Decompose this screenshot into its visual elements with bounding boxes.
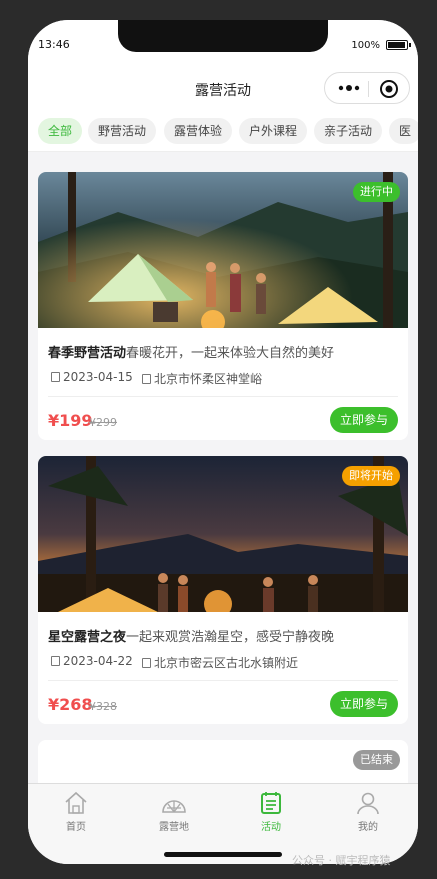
calendar-icon [51, 372, 60, 382]
tab-more[interactable]: 医 [389, 118, 418, 144]
activity-name: 春季野营活动 [48, 346, 127, 361]
original-price: ¥299 [89, 416, 117, 429]
join-button[interactable]: 立即参与 [330, 691, 398, 717]
close-target-icon[interactable] [379, 79, 399, 99]
mini-program-capsule[interactable] [324, 72, 410, 104]
home-icon [65, 791, 87, 814]
battery-percent: 100% [351, 40, 380, 51]
tab-campsite-label: 露营地 [159, 822, 189, 833]
home-indicator [164, 852, 282, 857]
activity-card[interactable]: 即将开始 星空露营之夜一起来观赏浩瀚星空，感受宁静夜晚 2023-04-22 北… [38, 456, 408, 724]
tab-campsite[interactable]: 露营地 [144, 790, 204, 833]
activity-location: 北京市怀柔区神堂峪 [142, 370, 262, 387]
tab-outdoor-course[interactable]: 户外课程 [239, 118, 308, 144]
status-badge: 进行中 [353, 182, 400, 202]
join-button[interactable]: 立即参与 [330, 407, 398, 433]
user-icon [357, 792, 379, 815]
status-badge: 已结束 [353, 750, 400, 770]
status-time: 13:46 [38, 38, 70, 51]
tab-camping-experience[interactable]: 露营体验 [164, 118, 233, 144]
location-icon [142, 374, 151, 384]
tab-activity[interactable]: 活动 [241, 790, 301, 833]
activity-title: 春季野营活动春暖花开，一起来体验大自然的美好 [48, 342, 398, 361]
calendar-list-icon [261, 792, 281, 814]
activity-desc: 春暖花开，一起来体验大自然的美好 [126, 346, 335, 361]
calendar-icon [51, 656, 60, 666]
location-icon [142, 658, 151, 668]
tab-activity-label: 活动 [261, 822, 281, 833]
original-price: ¥328 [89, 700, 117, 713]
nav-bar: 露营活动 [28, 64, 418, 112]
capsule-divider [368, 81, 369, 97]
location-text: 北京市密云区古北水镇附近 [154, 656, 299, 670]
activity-date: 2023-04-22 [51, 654, 133, 668]
activity-price: ¥268 [48, 695, 93, 714]
activity-location: 北京市密云区古北水镇附近 [142, 654, 298, 671]
tab-profile-label: 我的 [358, 822, 378, 833]
activity-title: 星空露营之夜一起来观赏浩瀚星空，感受宁静夜晚 [48, 626, 398, 645]
activity-card[interactable]: 进行中 春季野营活动春暖花开，一起来体验大自然的美好 2023-04-15 北京… [38, 172, 408, 440]
tab-family-activity[interactable]: 亲子活动 [314, 118, 383, 144]
battery-icon [386, 40, 411, 50]
tab-profile[interactable]: 我的 [338, 790, 398, 833]
watermark-text: 公众号 · 赋宇程序猿 [292, 854, 391, 867]
tab-all[interactable]: 全部 [38, 118, 83, 144]
activity-desc: 一起来观赏浩瀚星空，感受宁静夜晚 [126, 630, 335, 645]
more-dots-icon[interactable] [337, 80, 361, 96]
activity-date: 2023-04-15 [51, 370, 133, 384]
activity-photo: 即将开始 [38, 456, 408, 612]
tent-icon [162, 800, 186, 813]
activity-photo: 进行中 [38, 172, 408, 328]
date-text: 2023-04-22 [63, 654, 133, 668]
notch [118, 20, 328, 52]
status-badge: 即将开始 [342, 466, 400, 486]
activity-name: 星空露营之夜 [48, 630, 127, 645]
category-tabs: 全部 野营活动 露营体验 户外课程 亲子活动 医 [28, 112, 418, 152]
location-text: 北京市怀柔区神堂峪 [154, 372, 263, 386]
tab-camping-activity[interactable]: 野营活动 [88, 118, 157, 144]
activity-price: ¥199 [48, 411, 93, 430]
date-text: 2023-04-15 [63, 370, 133, 384]
tab-home[interactable]: 首页 [46, 790, 106, 833]
tab-home-label: 首页 [66, 822, 86, 833]
phone-frame: 13:46 100% 露营活动 全部 野营活动 露营体验 户外课程 亲子活动 医 [28, 20, 418, 864]
